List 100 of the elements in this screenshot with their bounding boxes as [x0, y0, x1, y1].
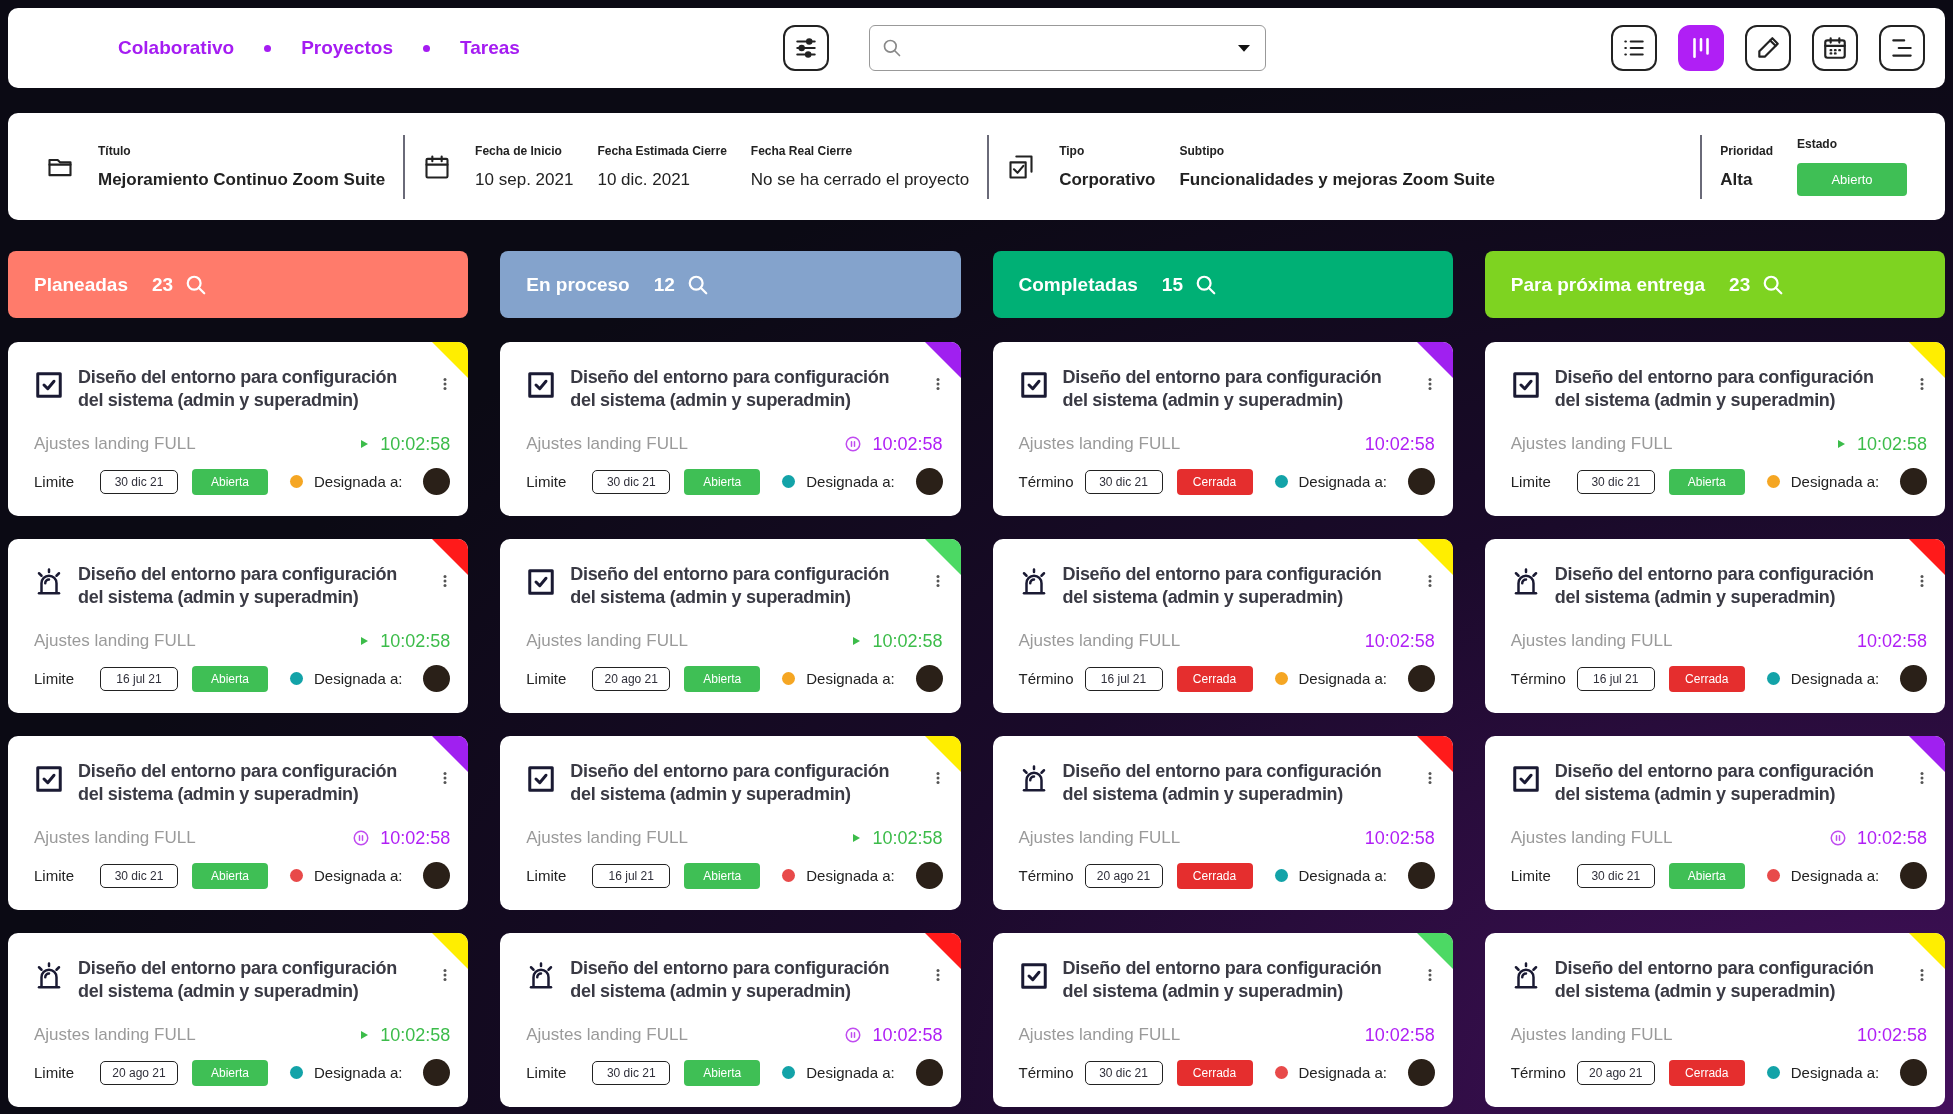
assignee-label: Designada a: [1790, 670, 1881, 687]
avatar [423, 468, 451, 495]
task-title: Diseño del entorno para configuración del sistema (admin y superadmin) [1062, 366, 1383, 412]
task-card[interactable]: Diseño del entorno para configuración del sistema (admin y superadmin) Ajustes landing FULL 10:02:58 Limite 16 jul 21 Abierta Designada a: [500, 736, 961, 910]
breadcrumb-link[interactable]: Tareas [460, 37, 520, 59]
pause-icon[interactable] [844, 435, 863, 453]
task-subtitle: Ajustes landing FULL [1018, 434, 1182, 454]
task-card[interactable]: Diseño del entorno para configuración del sistema (admin y superadmin) Ajustes landing FULL 10:02:58 Limite 30 dic 21 Abierta Designada a: [500, 933, 961, 1107]
timer-text: 10:02:58 [872, 827, 943, 849]
search-icon[interactable] [1194, 273, 1217, 296]
date-chip: 20 ago 21 [100, 1060, 178, 1085]
timer-text: 10:02:58 [872, 433, 943, 455]
task-subtitle: Ajustes landing FULL [1018, 1025, 1182, 1045]
task-title: Diseño del entorno para configuración del sistema (admin y superadmin) [78, 563, 398, 609]
task-title: Diseño del entorno para configuración del sistema (admin y superadmin) [1554, 563, 1875, 609]
assignee-label: Designada a: [806, 473, 896, 490]
breadcrumb-link[interactable]: Proyectos [301, 37, 393, 59]
date-chip: 16 jul 21 [1576, 666, 1655, 691]
pause-icon[interactable] [1828, 829, 1847, 847]
task-subtitle: Ajustes landing FULL [1510, 434, 1674, 454]
search-icon[interactable] [185, 273, 208, 296]
date-label: Limite [34, 1064, 75, 1081]
timer-text: 10:02:58 [380, 827, 451, 849]
avatar [915, 862, 943, 889]
task-card[interactable]: Diseño del entorno para configuración del sistema (admin y superadmin) Ajustes landing FULL 10:02:58 Limite 30 dic 21 Abierta Designada a: [500, 342, 961, 516]
task-card[interactable]: Diseño del entorno para configuración del sistema (admin y superadmin) Ajustes landing FULL 10:02:58 Limite 30 dic 21 Abierta Designada a: [8, 342, 469, 516]
task-subtitle: Ajustes landing FULL [526, 828, 689, 848]
task-card[interactable]: Diseño del entorno para configuración del sistema (admin y superadmin) Ajustes landing FULL 10:02:58 Término 20 ago 21 Cerrada Designada a: [1484, 933, 1945, 1107]
status-badge: Abierto [1797, 163, 1907, 196]
view-button[interactable] [1745, 25, 1791, 71]
status-badge: Cerrada [1176, 665, 1253, 692]
avatar [1407, 665, 1435, 692]
date-label: Limite [34, 867, 75, 884]
date-label: Término [1018, 670, 1075, 687]
date-label: Limite [1510, 867, 1552, 884]
filter-button[interactable] [783, 25, 829, 71]
field-value: Mejoramiento Continuo Zoom Suite [98, 169, 386, 190]
column-title: Para próxima entrega [1510, 273, 1706, 296]
status-badge: Abierta [1668, 468, 1745, 495]
checkbox-icon [1018, 961, 1049, 991]
pause-icon[interactable] [844, 1026, 863, 1044]
task-card[interactable]: Diseño del entorno para configuración del sistema (admin y superadmin) Ajustes landing FULL 10:02:58 Término 30 dic 21 Cerrada Designada a: [992, 342, 1453, 516]
date-label: Limite [1510, 473, 1552, 490]
task-card[interactable]: Diseño del entorno para configuración del sistema (admin y superadmin) Ajustes landing FULL 10:02:58 Limite 16 jul 21 Abierta Designada a: [8, 539, 469, 713]
avatar [423, 862, 451, 889]
timer-text: 10:02:58 [872, 1024, 943, 1046]
assignee-label: Designada a: [1790, 1064, 1881, 1081]
view-button[interactable] [1812, 25, 1858, 71]
task-card[interactable]: Diseño del entorno para configuración del sistema (admin y superadmin) Ajustes landing FULL 10:02:58 Término 16 jul 21 Cerrada Designada a: [1484, 539, 1945, 713]
field-value: 10 dic. 2021 [597, 169, 692, 190]
task-title: Diseño del entorno para configuración del sistema (admin y superadmin) [1554, 760, 1875, 806]
field-label: Fecha Estimada Cierre [597, 143, 727, 158]
task-subtitle: Ajustes landing FULL [1018, 828, 1182, 848]
assignee-label: Designada a: [314, 867, 404, 884]
task-subtitle: Ajustes landing FULL [34, 828, 197, 848]
timer-text: 10:02:58 [1856, 433, 1927, 455]
assignee-label: Designada a: [1790, 867, 1881, 884]
task-card[interactable]: Diseño del entorno para configuración del sistema (admin y superadmin) Ajustes landing FULL 10:02:58 Término 30 dic 21 Cerrada Designada a: [992, 933, 1453, 1107]
assignee-label: Designada a: [1298, 473, 1388, 490]
task-title: Diseño del entorno para configuración del sistema (admin y superadmin) [78, 366, 398, 412]
task-subtitle: Ajustes landing FULL [1018, 631, 1182, 651]
pencil-icon [1755, 35, 1781, 61]
task-title: Diseño del entorno para configuración del sistema (admin y superadmin) [570, 760, 891, 806]
status-badge: Abierta [192, 862, 268, 889]
assignee-label: Designada a: [314, 670, 404, 687]
calendar-icon [423, 152, 452, 181]
task-card[interactable]: Diseño del entorno para configuración del sistema (admin y superadmin) Ajustes landing FULL 10:02:58 Limite 30 dic 21 Abierta Designada a: [1484, 342, 1945, 516]
assignee-label: Designada a: [1298, 1064, 1388, 1081]
field-label: Título [98, 143, 132, 158]
date-label: Término [1510, 670, 1567, 687]
breadcrumb-link[interactable]: Colaborativo [118, 37, 235, 59]
assignee-label: Designada a: [1298, 670, 1388, 687]
date-chip: 30 dic 21 [100, 469, 178, 494]
date-chip: 30 dic 21 [1084, 469, 1163, 494]
search-icon[interactable] [686, 273, 709, 296]
task-title: Diseño del entorno para configuración del sistema (admin y superadmin) [570, 957, 891, 1003]
timer-text: 10:02:58 [1364, 827, 1435, 849]
task-card[interactable]: Diseño del entorno para configuración del sistema (admin y superadmin) Ajustes landing FULL 10:02:58 Limite 20 ago 21 Abierta Designada a: [500, 539, 961, 713]
task-title: Diseño del entorno para configuración del sistema (admin y superadmin) [78, 760, 398, 806]
task-card[interactable]: Diseño del entorno para configuración del sistema (admin y superadmin) Ajustes landing FULL 10:02:58 Limite 30 dic 21 Abierta Designada a: [8, 736, 469, 910]
view-button[interactable] [1879, 25, 1925, 71]
column-title: En proceso [526, 273, 630, 296]
pause-icon[interactable] [352, 829, 371, 847]
search-field[interactable] [869, 25, 1266, 71]
avatar [423, 665, 451, 692]
task-title: Diseño del entorno para configuración del sistema (admin y superadmin) [78, 957, 398, 1003]
task-subtitle: Ajustes landing FULL [526, 1025, 689, 1045]
status-badge: Cerrada [1176, 1059, 1253, 1086]
timer-text: 10:02:58 [380, 630, 451, 652]
view-button[interactable] [1611, 25, 1657, 71]
task-card[interactable]: Diseño del entorno para configuración del sistema (admin y superadmin) Ajustes landing FULL 10:02:58 Término 20 ago 21 Cerrada Designada a: [992, 736, 1453, 910]
field-label: Prioridad [1720, 143, 1773, 158]
task-card[interactable]: Diseño del entorno para configuración del sistema (admin y superadmin) Ajustes landing FULL 10:02:58 Limite 20 ago 21 Abierta Designada a: [8, 933, 469, 1107]
date-chip: 16 jul 21 [1084, 666, 1163, 691]
task-card[interactable]: Diseño del entorno para configuración del sistema (admin y superadmin) Ajustes landing FULL 10:02:58 Término 16 jul 21 Cerrada Designada a: [992, 539, 1453, 713]
task-subtitle: Ajustes landing FULL [34, 1025, 197, 1045]
task-card[interactable]: Diseño del entorno para configuración del sistema (admin y superadmin) Ajustes landing FULL 10:02:58 Limite 30 dic 21 Abierta Designada a: [1484, 736, 1945, 910]
calendar-icon [1822, 35, 1848, 61]
assignee-label: Designada a: [314, 1064, 404, 1081]
status-badge: Cerrada [1668, 665, 1745, 692]
